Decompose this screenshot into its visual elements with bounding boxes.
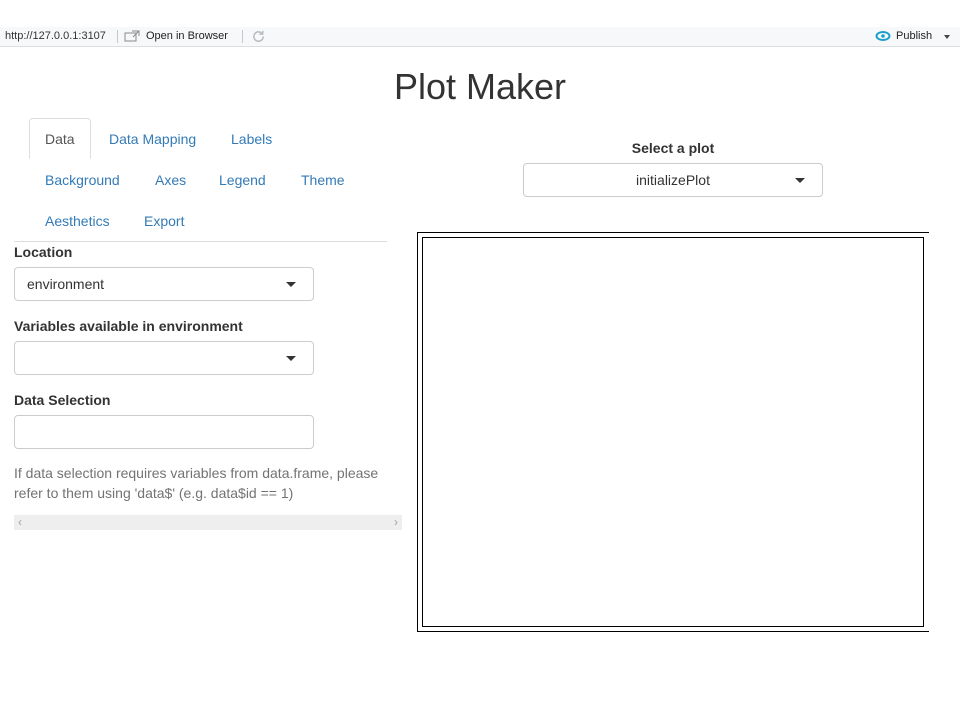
chevron-down-icon xyxy=(286,356,296,361)
chevron-down-icon xyxy=(286,282,296,287)
viewer-toolbar: http://127.0.0.1:3107 Open in Browser Pu… xyxy=(0,27,960,47)
location-select[interactable]: environment xyxy=(14,267,314,301)
data-selection-input[interactable] xyxy=(14,415,314,449)
open-in-browser-button[interactable]: Open in Browser xyxy=(124,30,228,42)
toolbar-divider xyxy=(242,30,243,43)
variables-label: Variables available in environment xyxy=(14,318,243,334)
tab-data-mapping[interactable]: Data Mapping xyxy=(109,131,196,147)
data-selection-label: Data Selection xyxy=(14,392,111,408)
url-text: http://127.0.0.1:3107 xyxy=(5,30,106,42)
tab-aesthetics[interactable]: Aesthetics xyxy=(45,213,110,229)
tab-export[interactable]: Export xyxy=(144,213,184,229)
tab-labels[interactable]: Labels xyxy=(231,131,272,147)
tab-data[interactable]: Data xyxy=(29,118,91,159)
chevron-right-icon[interactable]: › xyxy=(394,515,398,530)
location-value: environment xyxy=(27,276,105,292)
publish-icon xyxy=(875,31,891,41)
plot-canvas xyxy=(422,237,924,627)
plot-select-value: initializePlot xyxy=(636,172,710,188)
tab-bar: Data Data Mapping Labels Background Axes… xyxy=(14,118,387,242)
refresh-icon[interactable] xyxy=(251,29,266,44)
chevron-left-icon[interactable]: ‹ xyxy=(18,515,22,530)
location-label: Location xyxy=(14,244,73,260)
publish-dropdown-icon[interactable] xyxy=(944,35,950,39)
plot-output xyxy=(417,232,929,632)
horizontal-scrollbar[interactable]: ‹ › xyxy=(14,515,402,530)
open-window-icon xyxy=(124,30,140,42)
open-in-browser-label: Open in Browser xyxy=(146,30,228,42)
chevron-down-icon xyxy=(795,178,805,183)
publish-button[interactable]: Publish xyxy=(875,30,932,42)
tab-legend[interactable]: Legend xyxy=(219,172,266,188)
variables-select[interactable] xyxy=(14,341,314,375)
data-selection-help: If data selection requires variables fro… xyxy=(14,465,379,501)
publish-label: Publish xyxy=(896,30,933,42)
toolbar-divider xyxy=(117,30,118,43)
tab-theme[interactable]: Theme xyxy=(301,172,345,188)
tab-axes[interactable]: Axes xyxy=(155,172,186,188)
plot-select[interactable]: initializePlot xyxy=(523,163,823,197)
page-title: Plot Maker xyxy=(393,66,567,107)
select-plot-label: Select a plot xyxy=(631,140,715,156)
tab-background[interactable]: Background xyxy=(45,172,120,188)
